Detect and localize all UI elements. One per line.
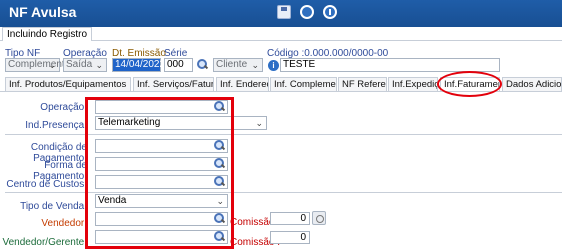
settings-icon[interactable] <box>312 211 326 225</box>
tipo-nf-select[interactable]: Complementar ⌄ <box>5 58 74 72</box>
tab-nf-referente[interactable]: NF Referente <box>338 77 387 92</box>
tab-expedicao[interactable]: Inf.Expedição <box>388 77 438 92</box>
tab-produtos-equipamentos[interactable]: Inf. Produtos/Equipamentos <box>5 77 131 92</box>
vendedor-gerente-comissao-input[interactable]: 0 <box>270 231 310 244</box>
save-icon[interactable] <box>277 5 291 19</box>
dt-emissao-input[interactable]: 14/04/2022 <box>112 58 165 72</box>
chevron-down-icon: ⌄ <box>255 118 263 128</box>
refresh-icon[interactable] <box>300 5 314 19</box>
tab-dados-adicionais[interactable]: Dados Adicionais <box>502 77 562 92</box>
centro-custos-label: Centro de Custos: <box>6 179 87 190</box>
serie-search-icon[interactable] <box>197 59 208 70</box>
highlight-annotation-box <box>85 97 234 249</box>
chevron-down-icon: ⌄ <box>251 60 259 70</box>
ind-presenca-label: Ind.Presença: <box>25 120 87 131</box>
tab-complementar[interactable]: Inf. Complementar <box>270 77 337 92</box>
tipo-venda-label: Tipo de Venda: <box>20 201 87 212</box>
vendedor-label: Vendedor: <box>41 218 87 229</box>
cliente-select[interactable]: Cliente ⌄ <box>213 58 263 72</box>
power-icon[interactable] <box>323 5 337 19</box>
chevron-down-icon: ⌄ <box>95 60 103 70</box>
chevron-down-icon: ⌄ <box>48 60 56 70</box>
vendedor-comissao-input[interactable]: 0 <box>270 212 310 225</box>
operacao-header-select[interactable]: Saída ⌄ <box>63 58 107 72</box>
operacao-header-value: Saída <box>66 59 93 70</box>
tab-highlight-annotation <box>437 71 502 97</box>
info-icon: i <box>268 60 279 71</box>
cliente-value: Cliente <box>216 59 248 70</box>
window-titlebar: NF Avulsa <box>0 0 562 27</box>
codigo-name-input[interactable]: TESTE <box>280 58 500 72</box>
window-title: NF Avulsa <box>9 4 77 20</box>
serie-input[interactable]: 000 <box>164 58 193 72</box>
tab-servicos-fatura-locacao[interactable]: Inf. Serviços/Fatura de Locação <box>133 77 214 92</box>
subtab-incluindo-registro[interactable]: Incluindo Registro <box>2 27 93 41</box>
tab-enderecos[interactable]: Inf. Endereços <box>216 77 269 92</box>
vendedor-gerente-label: Vendedor/Gerente: <box>2 237 87 248</box>
operacao-label: Operação: <box>40 102 87 113</box>
